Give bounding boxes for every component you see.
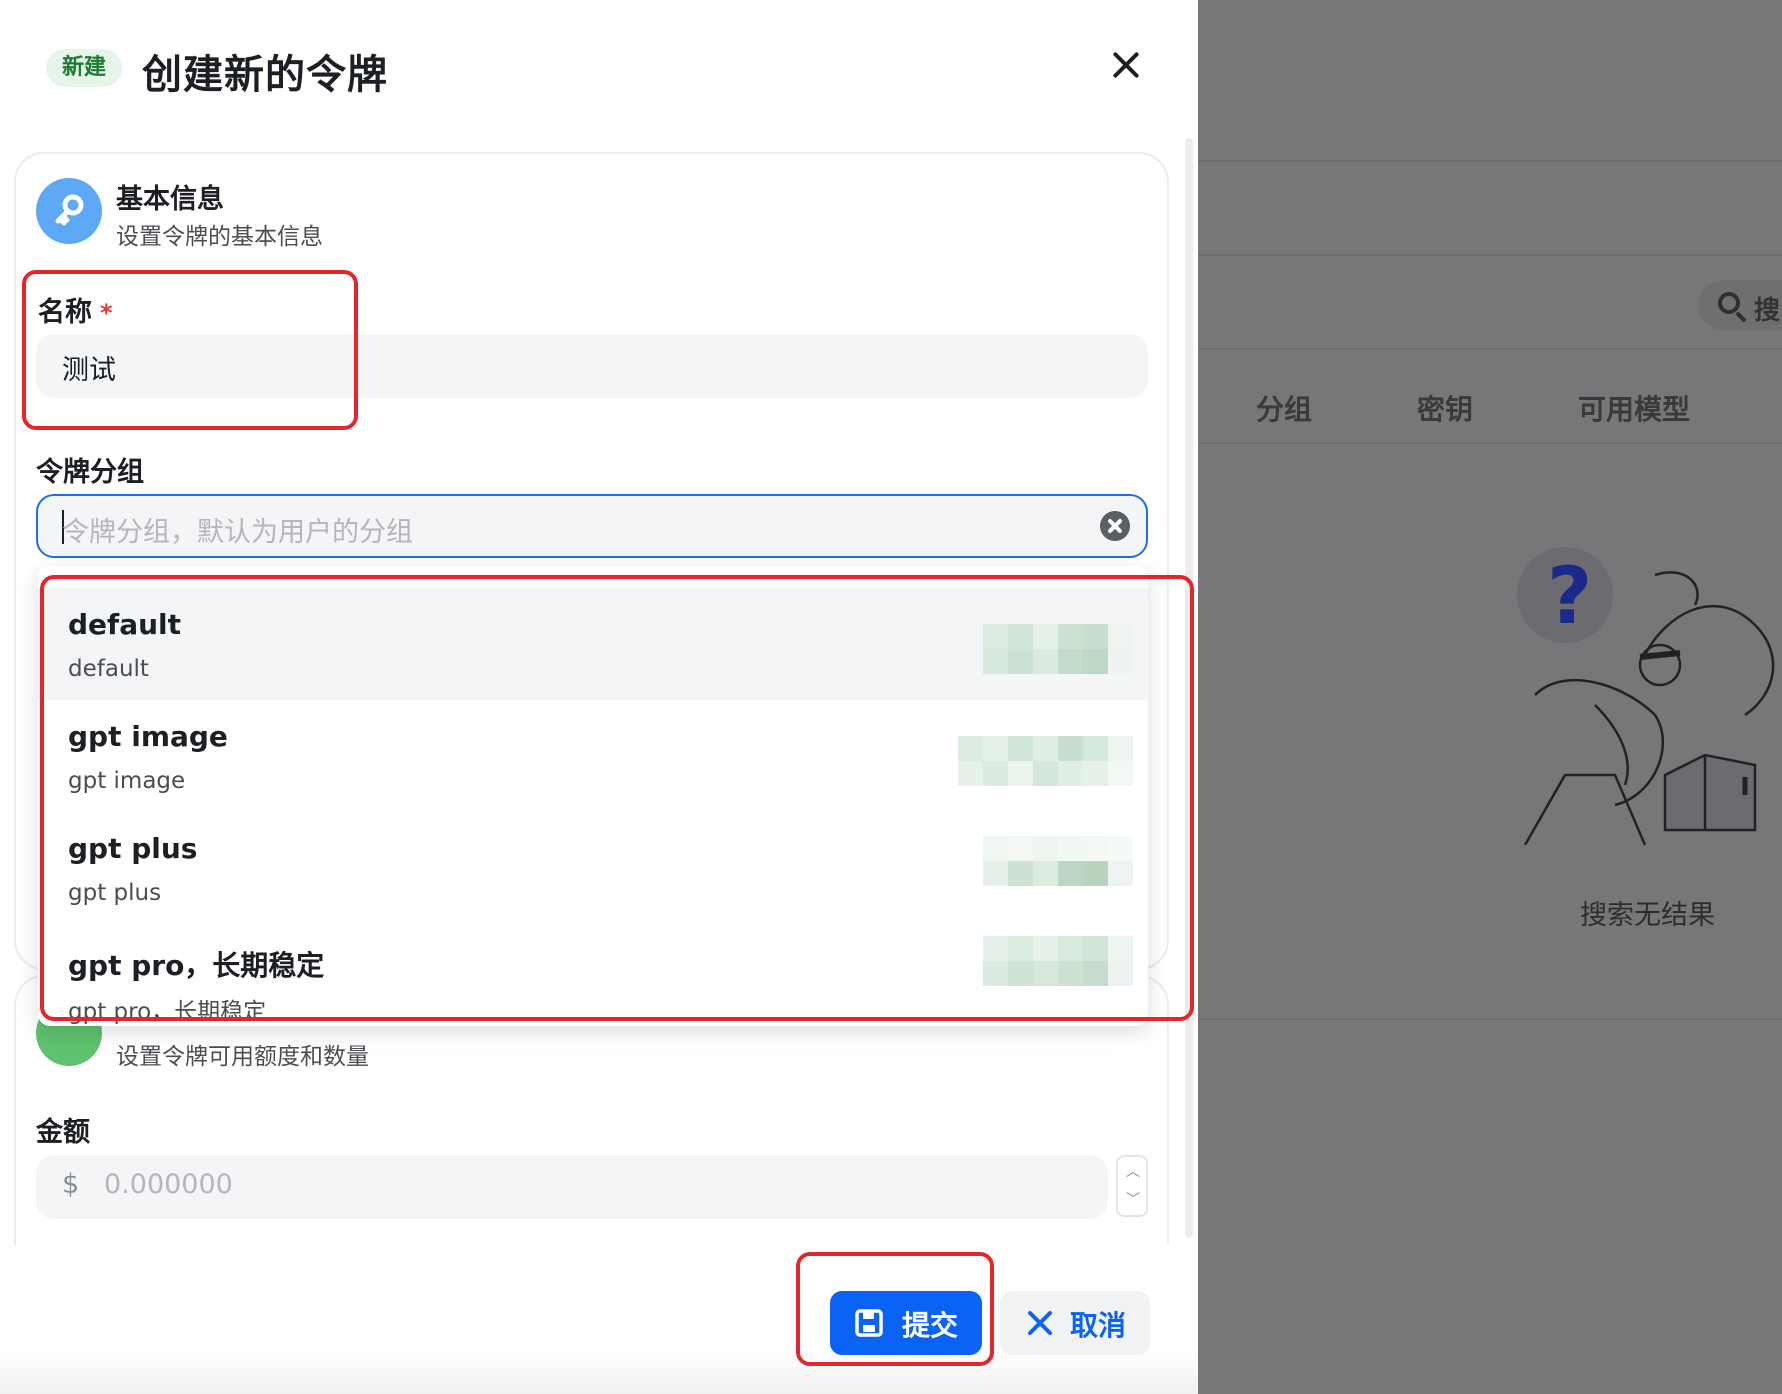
- bg-search-box: 搜: [1698, 280, 1782, 330]
- cancel-button[interactable]: 取消: [1000, 1291, 1150, 1355]
- bg-search-text: 搜: [1754, 296, 1781, 326]
- basic-info-title: 基本信息: [116, 184, 224, 215]
- svg-text:?: ?: [1547, 552, 1592, 642]
- bg-column-models: 可用模型: [1578, 393, 1691, 426]
- annotation-box-name: [22, 270, 358, 430]
- bg-column-group: 分组: [1256, 393, 1313, 426]
- amount-input[interactable]: $ 0.000000: [36, 1155, 1108, 1219]
- new-badge: 新建: [46, 49, 123, 87]
- cancel-label: 取消: [1070, 1309, 1127, 1342]
- close-icon: [1028, 1311, 1052, 1335]
- bg-divider: [1198, 254, 1782, 256]
- amount-placeholder: 0.000000: [104, 1169, 233, 1200]
- chevron-down-icon[interactable]: ﹀: [1126, 1189, 1140, 1209]
- annotation-box-submit: [796, 1252, 994, 1366]
- basic-info-subtitle: 设置令牌的基本信息: [116, 224, 323, 250]
- clear-icon[interactable]: [1100, 511, 1130, 541]
- chevron-up-icon[interactable]: ︿: [1126, 1161, 1140, 1181]
- amount-stepper[interactable]: ︿ ﹀: [1116, 1155, 1148, 1217]
- group-select-input[interactable]: 令牌分组，默认为用户的分组: [36, 494, 1148, 558]
- close-icon[interactable]: [1105, 44, 1147, 86]
- bg-column-key: 密钥: [1417, 393, 1474, 426]
- empty-search-illustration-icon: ?: [1517, 547, 1775, 845]
- amount-label: 金额: [36, 1117, 90, 1148]
- bg-divider: [1198, 442, 1782, 444]
- bg-empty-text: 搜索无结果: [1580, 900, 1715, 931]
- bg-divider: [1198, 348, 1782, 350]
- group-placeholder: 令牌分组，默认为用户的分组: [62, 517, 413, 548]
- key-icon: [36, 178, 102, 244]
- search-icon: [1718, 292, 1740, 314]
- sheet-title: 创建新的令牌: [142, 52, 388, 98]
- bg-divider: [1198, 1018, 1782, 1020]
- quota-subtitle: 设置令牌可用额度和数量: [116, 1044, 369, 1070]
- bg-divider: [1198, 160, 1782, 162]
- group-label: 令牌分组: [36, 457, 144, 488]
- currency-prefix: $: [62, 1169, 80, 1200]
- annotation-box-dropdown: [40, 575, 1194, 1021]
